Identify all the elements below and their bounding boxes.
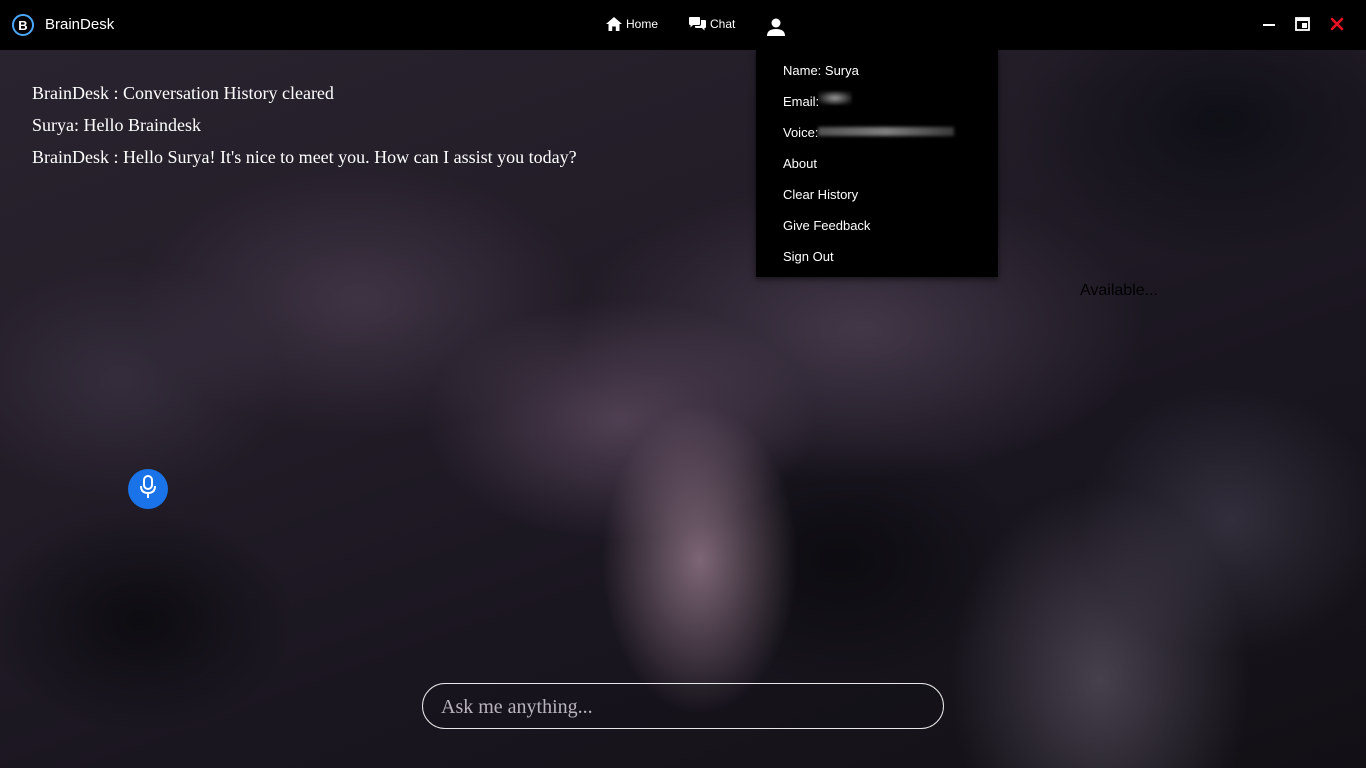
chat-input[interactable] bbox=[439, 684, 933, 730]
menu-item-sign-out[interactable]: Sign Out bbox=[783, 249, 834, 264]
chat-message: BrainDesk : Conversation History cleared bbox=[32, 83, 334, 103]
microphone-icon bbox=[139, 474, 157, 504]
user-menu-button[interactable] bbox=[766, 18, 786, 41]
chat-message: Surya: Hello Braindesk bbox=[32, 115, 201, 135]
menu-item-clear-history[interactable]: Clear History bbox=[783, 187, 858, 202]
user-icon bbox=[766, 18, 786, 40]
nav-home-label: Home bbox=[626, 17, 659, 31]
minimize-icon bbox=[1262, 18, 1276, 35]
profile-email-label: Email: bbox=[783, 94, 820, 109]
restore-icon bbox=[1295, 17, 1310, 35]
profile-dropdown: Name: Surya Email: Voice: About Clear Hi… bbox=[756, 50, 998, 277]
app-logo: B bbox=[12, 14, 34, 36]
profile-voice-label: Voice: bbox=[783, 125, 819, 140]
menu-item-about[interactable]: About bbox=[783, 156, 817, 171]
title-bar: B BrainDesk Home Chat bbox=[0, 0, 1366, 50]
nav-chat[interactable]: Chat bbox=[689, 17, 735, 31]
chat-icon bbox=[689, 17, 706, 31]
nav-chat-label: Chat bbox=[710, 17, 736, 31]
home-icon bbox=[606, 17, 622, 31]
nav-home[interactable]: Home bbox=[606, 17, 658, 31]
close-button[interactable] bbox=[1330, 17, 1344, 36]
redacted-voice bbox=[818, 127, 954, 136]
logo-letter: B bbox=[18, 17, 28, 33]
chat-input-container bbox=[422, 683, 944, 730]
status-text: Available... bbox=[1080, 282, 1158, 299]
profile-name: Name: Surya bbox=[783, 63, 859, 78]
chat-history: BrainDesk : Conversation History cleared… bbox=[32, 82, 577, 178]
close-icon bbox=[1330, 17, 1344, 35]
app-title: BrainDesk bbox=[45, 16, 115, 33]
chat-message: BrainDesk : Hello Surya! It's nice to me… bbox=[32, 147, 577, 167]
menu-item-give-feedback[interactable]: Give Feedback bbox=[783, 218, 870, 233]
minimize-button[interactable] bbox=[1262, 17, 1276, 36]
redacted-email bbox=[818, 91, 852, 105]
restore-button[interactable] bbox=[1295, 17, 1310, 36]
microphone-button[interactable] bbox=[128, 469, 168, 509]
